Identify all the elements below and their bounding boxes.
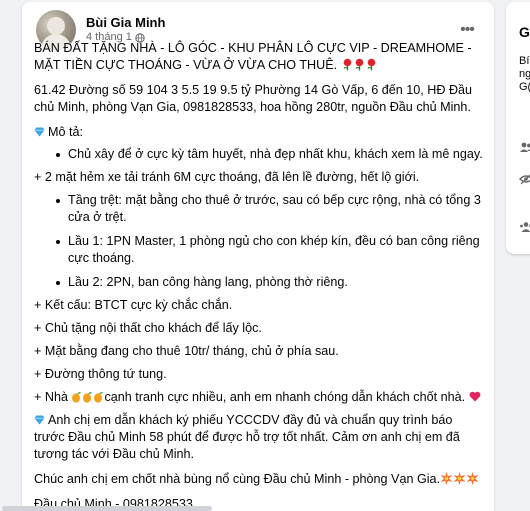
side-panel-line: ng bbox=[519, 68, 530, 80]
more-icon: ••• bbox=[460, 21, 475, 38]
rose-icon bbox=[355, 58, 363, 71]
burst-icon bbox=[466, 472, 479, 485]
list-item: Chủ xây để ở cực kỳ tâm huyết, nhà đẹp n… bbox=[54, 146, 484, 163]
horizontal-scrollbar[interactable] bbox=[2, 506, 212, 511]
line-ket-cau: + Kết cấu: BTCT cực kỳ chắc chắn. bbox=[34, 298, 233, 312]
line-mat-bang: + Mặt bằng đang cho thuê 10tr/ tháng, ch… bbox=[34, 344, 339, 358]
rose-icon bbox=[367, 58, 375, 71]
side-panel-line: G( bbox=[519, 81, 530, 93]
side-panel: G Bí ng G( bbox=[506, 2, 530, 254]
eye-icon bbox=[519, 174, 530, 185]
line-dan-khach-text: Anh chị em dẫn khách ký phiếu YCCCDV đầy… bbox=[34, 413, 460, 461]
line-nha: + Nhà cạnh tranh cực nhiều, anh em nhanh… bbox=[34, 389, 484, 406]
desc-heading-text: Mô tả: bbox=[48, 125, 83, 139]
author-name[interactable]: Bùi Gia Minh bbox=[86, 15, 165, 31]
post-title: BÁN ĐẤT TẶNG NHÀ - LÔ GÓC - KHU PHÂN LÔ … bbox=[34, 40, 484, 74]
desc-heading: Mô tả: bbox=[34, 124, 484, 141]
line-duong: + Đường thông tứ tung. bbox=[34, 367, 167, 381]
line-chuc: Chúc anh chị em chốt nhà bùng nổ cùng Đầ… bbox=[34, 471, 484, 488]
users-icon bbox=[520, 142, 530, 152]
burst-icon bbox=[440, 472, 453, 485]
line-nha-suffix: cạnh tranh cực nhiều, anh em nhanh chóng… bbox=[104, 390, 466, 404]
post-body: BÁN ĐẤT TẶNG NHÀ - LÔ GÓC - KHU PHÂN LÔ … bbox=[34, 40, 484, 511]
mango-icon bbox=[83, 392, 93, 403]
side-panel-title: G bbox=[519, 24, 530, 40]
post-card: Bùi Gia Minh 4 tháng 1 ••• BÁN ĐẤT TẶNG … bbox=[22, 2, 494, 511]
bullet-list-1: Chủ xây để ở cực kỳ tâm huyết, nhà đẹp n… bbox=[34, 146, 484, 163]
list-item: Lầu 1: 1PN Master, 1 phòng ngủ cho con k… bbox=[54, 233, 484, 267]
line-nha-prefix: + Nhà bbox=[34, 390, 72, 404]
mango-icon bbox=[94, 392, 104, 403]
heart-icon bbox=[469, 391, 480, 402]
list-item: Tầng trệt: mặt bằng cho thuê ở trước, sa… bbox=[54, 192, 484, 226]
burst-icon bbox=[453, 472, 466, 485]
diamond-icon bbox=[34, 415, 45, 425]
side-panel-line: Bí bbox=[519, 55, 530, 67]
group-icon bbox=[520, 222, 530, 232]
list-item: Lầu 2: 2PN, ban công hàng lang, phòng th… bbox=[54, 274, 484, 291]
rose-icon bbox=[343, 58, 351, 71]
line-chuc-text: Chúc anh chị em chốt nhà bùng nổ cùng Đầ… bbox=[34, 472, 441, 486]
line-noi-that: + Chủ tặng nội thất cho khách để lấy lộc… bbox=[34, 321, 262, 335]
line-dan-khach: Anh chị em dẫn khách ký phiếu YCCCDV đầy… bbox=[34, 412, 484, 463]
bullet-list-2: Tầng trệt: mặt bằng cho thuê ở trước, sa… bbox=[34, 192, 484, 291]
post-info: 61.42 Đường số 59 104 3 5.5 19 9.5 tỷ Ph… bbox=[34, 83, 473, 114]
post-title-text: BÁN ĐẤT TẶNG NHÀ - LÔ GÓC - KHU PHÂN LÔ … bbox=[34, 41, 472, 72]
mango-icon bbox=[72, 392, 82, 403]
diamond-icon bbox=[34, 127, 45, 137]
line-mat-hem: + 2 mặt hẻm xe tải tránh 6M cực thoáng, … bbox=[34, 170, 420, 184]
